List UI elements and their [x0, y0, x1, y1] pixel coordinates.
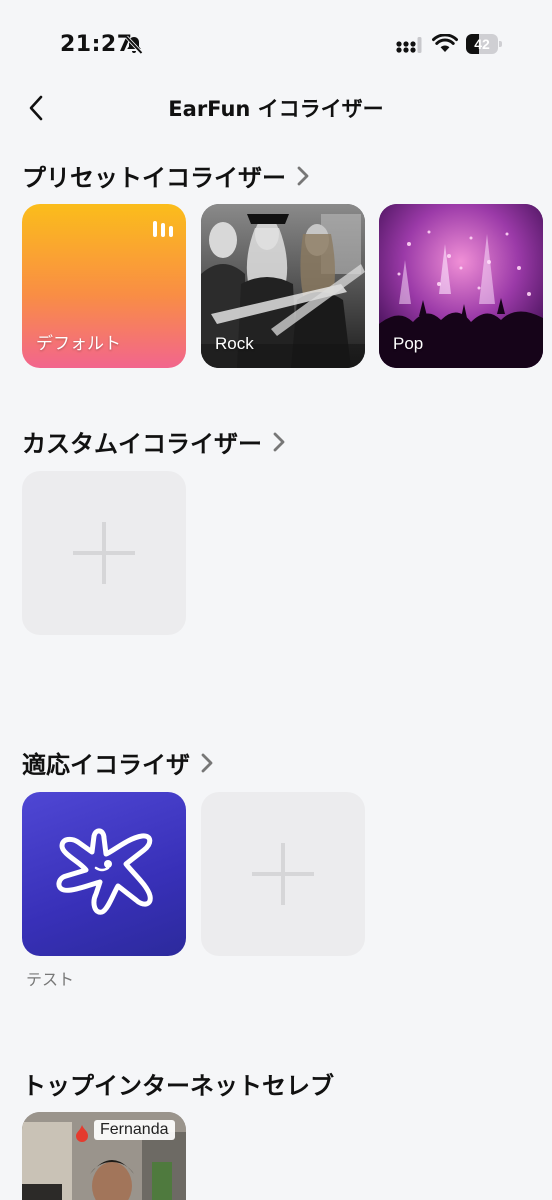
page-title: EarFun イコライザー	[168, 97, 384, 121]
battery-indicator: 42	[466, 34, 502, 54]
chevron-right-icon	[272, 431, 286, 453]
plus-icon	[252, 843, 314, 905]
preset-tile-pop[interactable]: Pop	[379, 204, 543, 368]
preset-label: Pop	[393, 334, 424, 353]
preset-label: デフォルト	[36, 334, 121, 353]
starfish-logo-icon	[56, 828, 153, 915]
preset-tile-default[interactable]: デフォルト	[22, 204, 186, 368]
cellular-signal-icon	[396, 36, 422, 58]
nav-header: EarFun イコライザー	[0, 80, 552, 136]
plus-icon	[73, 522, 135, 584]
preset-tile-rock[interactable]: Rock	[201, 204, 365, 368]
celebrity-section-title: トップインターネットセレブ	[22, 1072, 334, 1100]
preset-section-header[interactable]: プリセットイコライザー	[22, 158, 310, 193]
add-custom-eq-button[interactable]	[22, 471, 186, 635]
battery-level: 42	[474, 36, 490, 52]
adaptive-eq-label: テスト	[26, 970, 75, 989]
adaptive-section-header[interactable]: 適応イコライザ	[22, 745, 214, 780]
celebrity-section-header: トップインターネットセレブ	[22, 1066, 334, 1101]
preset-label: Rock	[215, 334, 254, 353]
status-bar: 21:27 42	[0, 0, 552, 90]
celebrity-name: Fernanda	[94, 1120, 175, 1140]
status-time: 21:27	[60, 32, 133, 57]
chevron-right-icon	[296, 165, 310, 187]
playing-bars-icon	[152, 220, 174, 242]
add-adaptive-eq-button[interactable]	[201, 792, 365, 956]
celebrity-tile-fernanda[interactable]: Fernanda	[22, 1112, 186, 1200]
preset-section-title: プリセットイコライザー	[22, 164, 286, 192]
custom-section-header[interactable]: カスタムイコライザー	[22, 424, 286, 459]
custom-section-title: カスタムイコライザー	[22, 430, 262, 458]
chevron-right-icon	[200, 752, 214, 774]
flame-badge-icon	[74, 1124, 90, 1146]
adaptive-section-title: 適応イコライザ	[22, 751, 190, 779]
wifi-icon	[432, 33, 458, 58]
adaptive-eq-tile-test[interactable]	[22, 792, 186, 956]
bell-muted-icon	[124, 35, 144, 55]
